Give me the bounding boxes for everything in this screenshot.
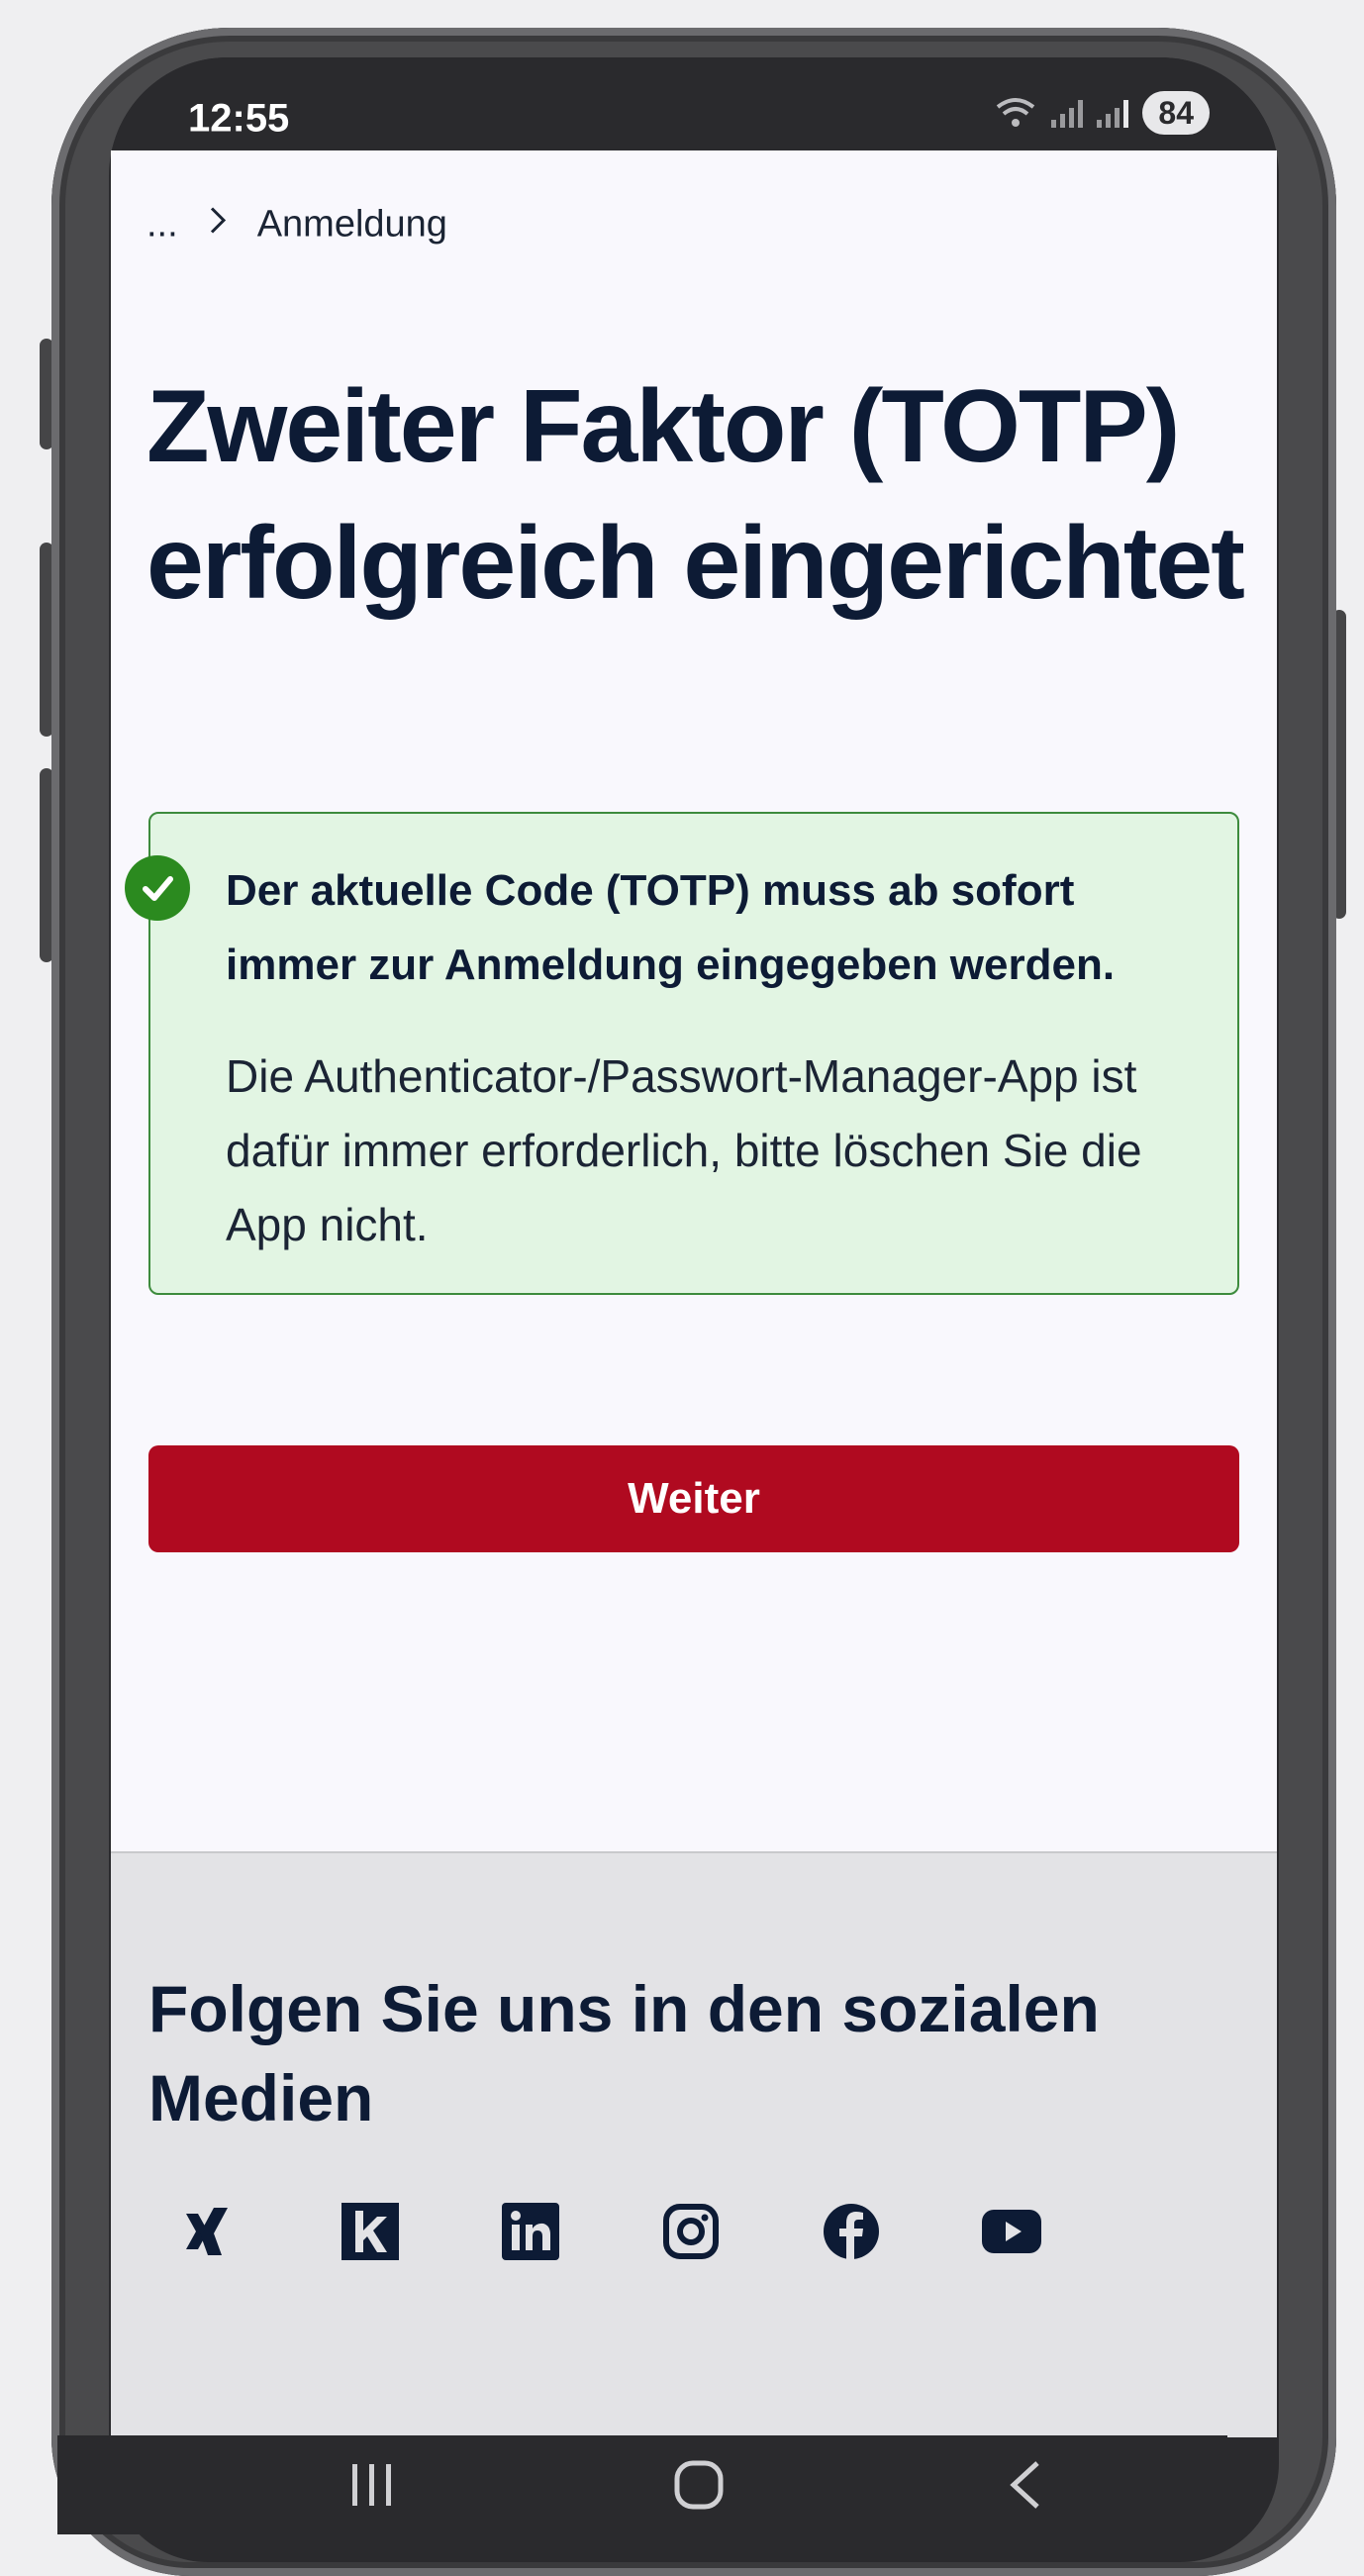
youtube-icon[interactable] [982,2202,1041,2261]
notice-heading: Der aktuelle Code (TOTP) muss ab sofort … [226,866,1116,989]
footer-social: Folgen Sie uns in den sozialen Medien [111,1851,1277,2437]
status-bar: 12:55 84 [109,57,1279,151]
instagram-icon[interactable] [661,2202,721,2261]
breadcrumb-ellipsis[interactable]: ... [146,204,178,247]
facebook-icon[interactable] [822,2202,881,2261]
recent-apps-icon[interactable] [313,2435,432,2534]
breadcrumb: ... Anmeldung [146,204,447,247]
home-icon[interactable] [639,2435,758,2534]
breadcrumb-current: Anmeldung [256,203,447,246]
status-icons: 84 [994,91,1210,135]
chevron-right-icon [208,204,228,247]
browser-content: ... Anmeldung Zweiter Faktor (TOTP) erfo… [111,150,1277,1853]
notice-text: Die Authenticator-/Passwort-Manager-App … [226,1050,1142,1250]
linkedin-icon[interactable] [501,2202,560,2261]
xing-icon[interactable] [178,2202,238,2261]
kununu-icon[interactable] [341,2202,400,2261]
signal-icon [1097,98,1129,128]
battery-indicator: 84 [1142,91,1210,135]
status-time: 12:55 [188,96,290,141]
android-nav-bar [57,2435,1227,2534]
continue-button[interactable]: Weiter [148,1445,1239,1552]
back-icon[interactable] [966,2435,1085,2534]
check-circle-icon [125,855,190,921]
page-title: Zweiter Faktor (TOTP) erfolgreich einger… [146,369,1245,621]
signal-icon [1051,98,1084,128]
wifi-icon [994,93,1037,134]
footer-title: Folgen Sie uns in den sozialen Medien [148,1972,1100,2134]
success-notice: Der aktuelle Code (TOTP) muss ab sofort … [125,812,1239,1295]
